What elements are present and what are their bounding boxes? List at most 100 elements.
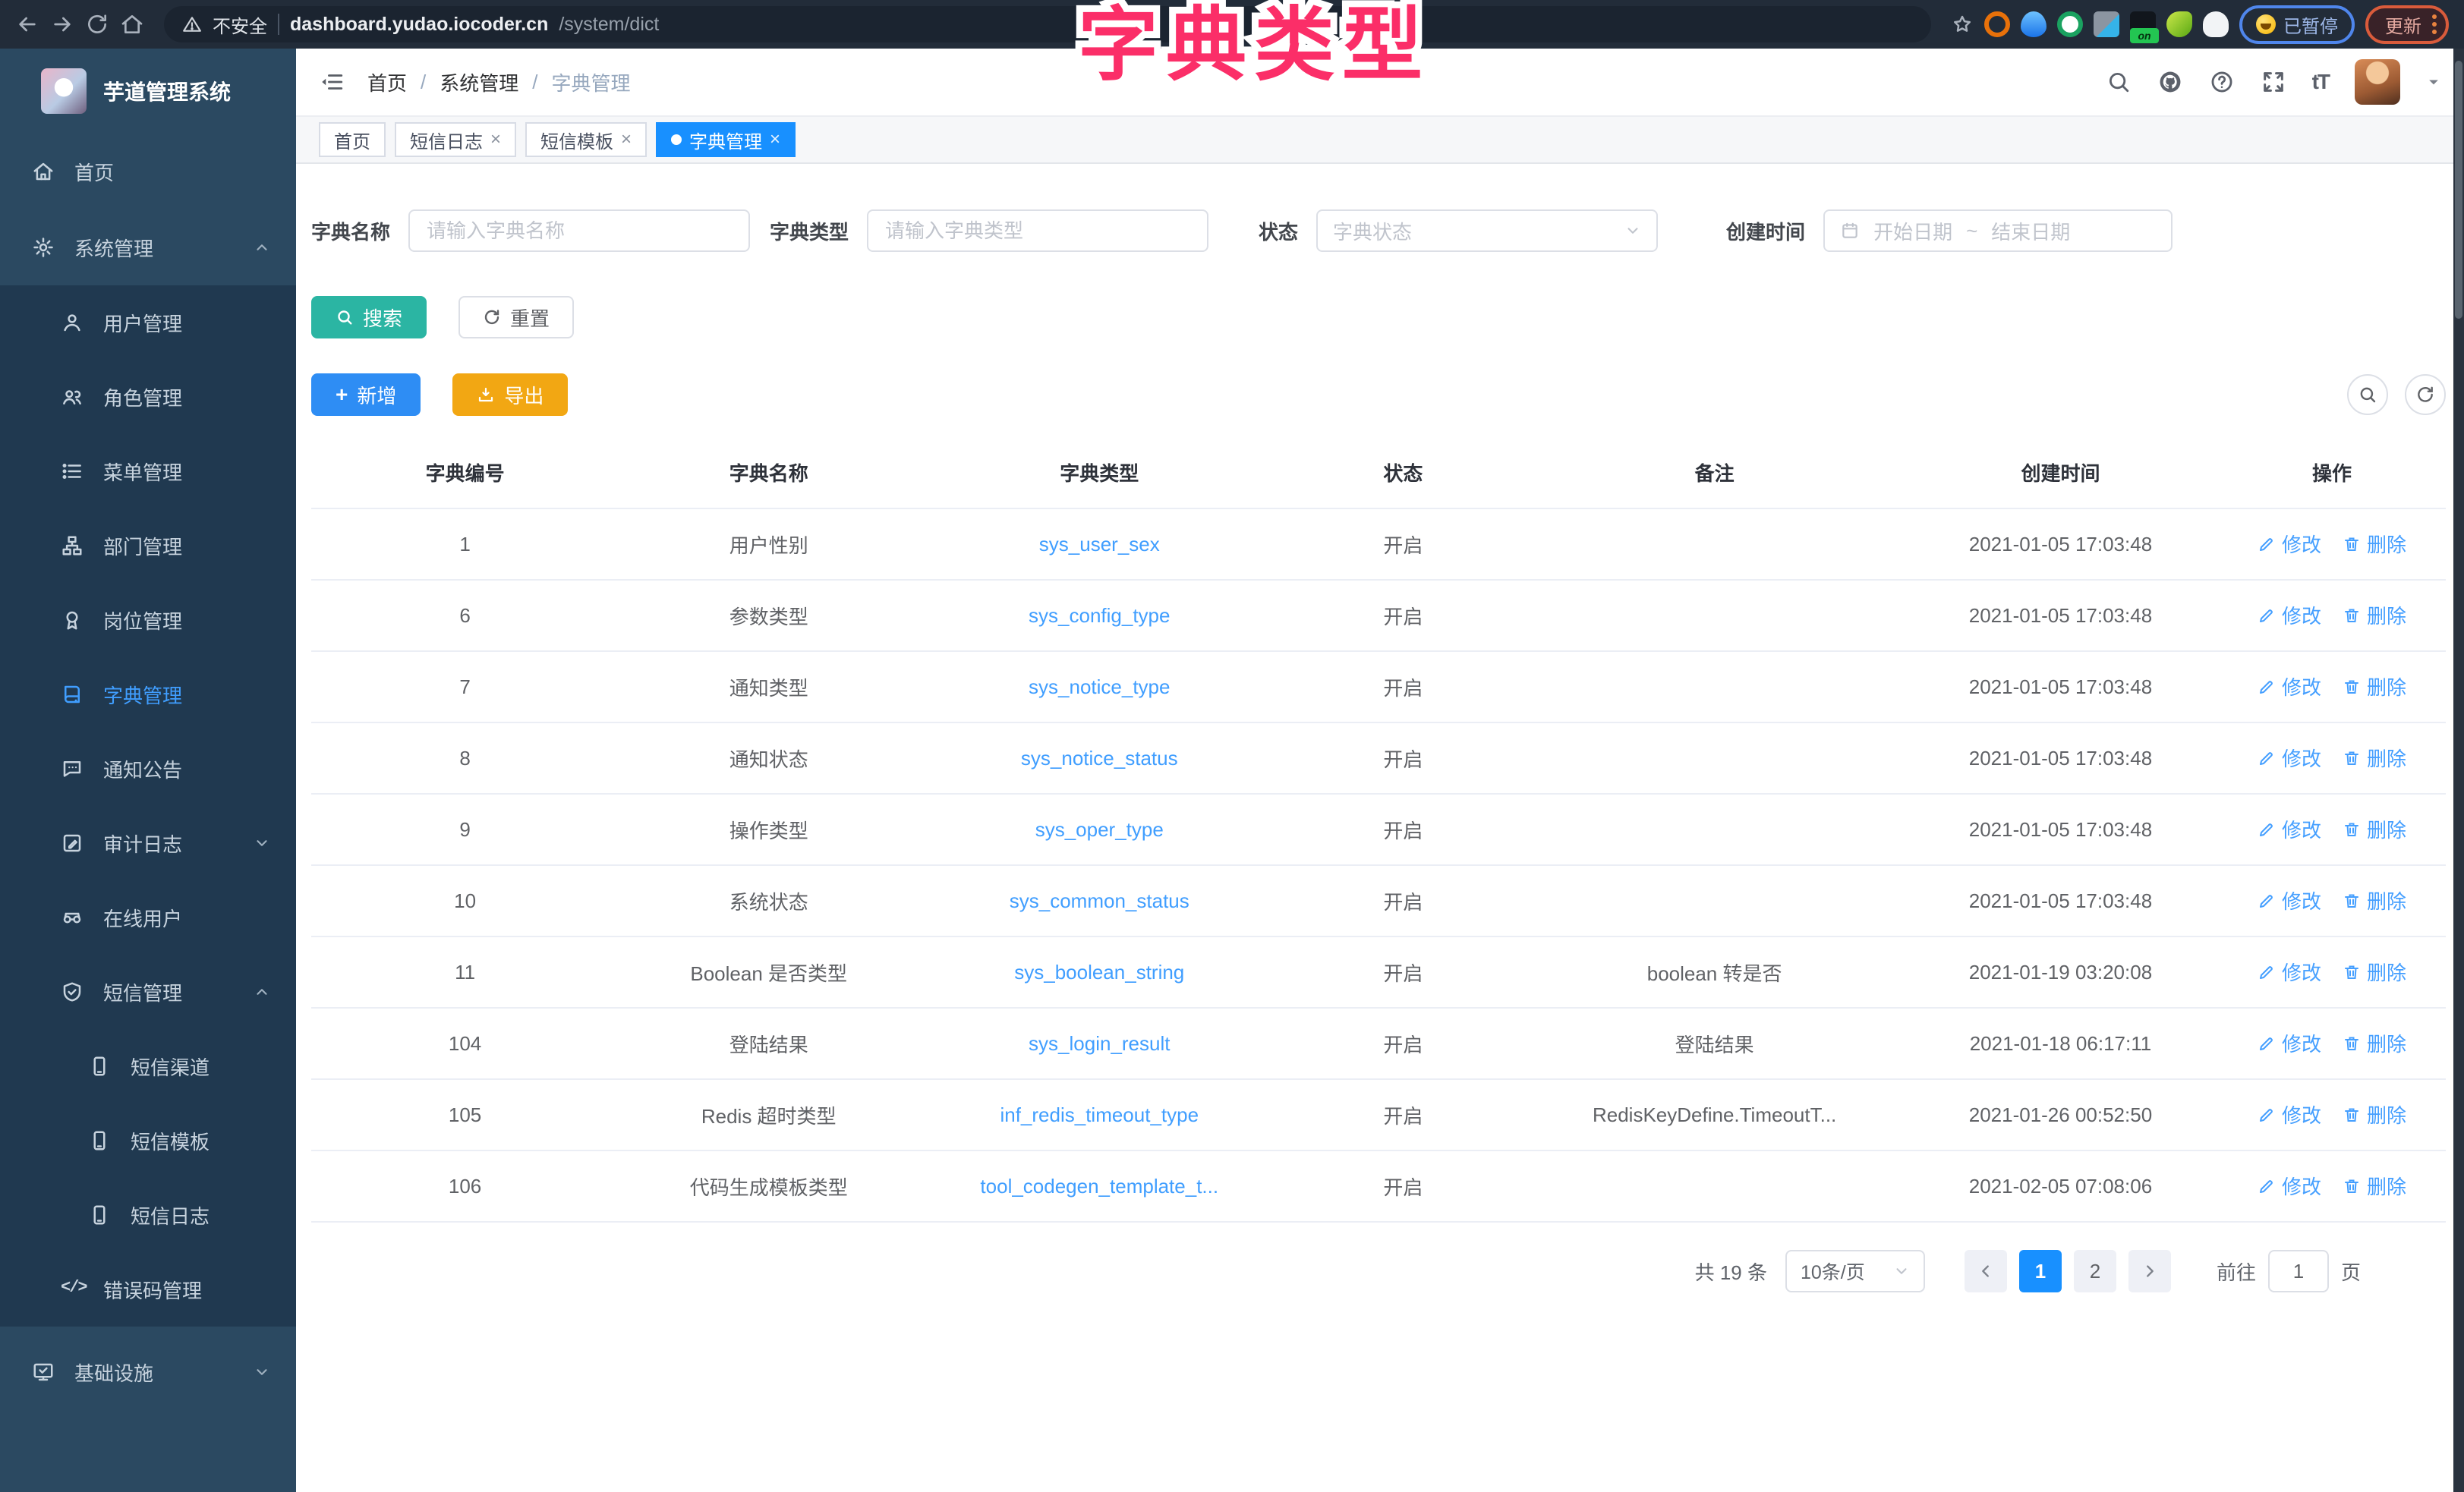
sidebar-item-sms-channel[interactable]: 短信渠道: [0, 1029, 296, 1103]
sidebar-item-infrastructure[interactable]: 基础设施: [0, 1327, 296, 1418]
edit-link[interactable]: 修改: [2258, 601, 2321, 629]
refresh-table-button[interactable]: [2405, 374, 2446, 415]
search-button[interactable]: 搜索: [311, 296, 427, 338]
help-icon[interactable]: [2209, 69, 2235, 95]
tab-dict-active[interactable]: 字典管理 ×: [656, 122, 796, 157]
edit-link[interactable]: 修改: [2258, 1029, 2321, 1057]
bookmark-star-icon[interactable]: [1951, 13, 1974, 36]
breadcrumb-home[interactable]: 首页: [367, 68, 407, 96]
scrollbar-thumb[interactable]: [2455, 61, 2462, 319]
page-scrollbar[interactable]: [2453, 49, 2464, 1492]
sidebar-item-online-users[interactable]: 在线用户: [0, 880, 296, 955]
sidebar-item-error-code[interactable]: </> 错误码管理: [0, 1252, 296, 1327]
reset-button[interactable]: 重置: [458, 296, 574, 338]
dict-type-link[interactable]: sys_login_result: [1029, 1032, 1170, 1055]
reload-icon[interactable]: [85, 12, 109, 36]
github-icon[interactable]: [2157, 69, 2183, 95]
extension-leaf-icon[interactable]: [2166, 11, 2192, 37]
sidebar-item-sms[interactable]: 短信管理: [0, 955, 296, 1029]
edit-link[interactable]: 修改: [2258, 672, 2321, 700]
home-browser-icon[interactable]: [120, 12, 144, 36]
dict-type-link[interactable]: tool_codegen_template_t...: [980, 1175, 1218, 1198]
update-button[interactable]: 更新: [2365, 5, 2449, 44]
delete-link[interactable]: 删除: [2343, 672, 2406, 700]
edit-link[interactable]: 修改: [2258, 530, 2321, 558]
sidebar-item-users[interactable]: 用户管理: [0, 285, 296, 360]
edit-link[interactable]: 修改: [2258, 815, 2321, 843]
toggle-search-button[interactable]: [2347, 374, 2388, 415]
dict-type-link[interactable]: sys_boolean_string: [1014, 961, 1184, 984]
delete-link[interactable]: 删除: [2343, 886, 2406, 914]
avatar-caret-icon[interactable]: [2426, 74, 2441, 90]
sidebar-item-dict[interactable]: 字典管理: [0, 657, 296, 732]
dict-type-link[interactable]: sys_notice_status: [1021, 747, 1178, 770]
forward-icon[interactable]: [50, 12, 74, 36]
app-logo-row[interactable]: 芋道管理系统: [0, 49, 296, 134]
goto-page-input[interactable]: [2268, 1250, 2329, 1292]
close-icon[interactable]: ×: [490, 131, 501, 149]
sidebar-item-departments[interactable]: 部门管理: [0, 508, 296, 583]
export-button[interactable]: 导出: [452, 373, 568, 416]
close-icon[interactable]: ×: [770, 131, 780, 149]
dict-type-input[interactable]: [867, 209, 1208, 252]
page-size-select[interactable]: 10条/页: [1785, 1250, 1925, 1292]
dict-type-link[interactable]: sys_user_sex: [1039, 533, 1160, 556]
sidebar-item-system[interactable]: 系统管理: [0, 209, 296, 285]
edit-link[interactable]: 修改: [2258, 1100, 2321, 1128]
dict-type-link[interactable]: sys_oper_type: [1035, 818, 1164, 841]
dict-type-link[interactable]: sys_notice_type: [1029, 675, 1170, 698]
sidebar-item-roles[interactable]: 角色管理: [0, 360, 296, 434]
delete-link[interactable]: 删除: [2343, 1100, 2406, 1128]
sidebar-item-posts[interactable]: 岗位管理: [0, 583, 296, 657]
font-size-icon[interactable]: tT: [2312, 70, 2329, 94]
avatar[interactable]: [2355, 59, 2400, 105]
extension-green-icon[interactable]: [2057, 11, 2083, 37]
dict-type-link[interactable]: sys_config_type: [1029, 604, 1170, 627]
delete-link[interactable]: 删除: [2343, 530, 2406, 558]
status-select[interactable]: 字典状态: [1316, 209, 1658, 252]
paused-badge[interactable]: 已暂停: [2239, 5, 2355, 44]
edit-link[interactable]: 修改: [2258, 1172, 2321, 1200]
sidebar-item-sms-log[interactable]: 短信日志: [0, 1178, 296, 1252]
dict-name-input[interactable]: [408, 209, 750, 252]
next-page-button[interactable]: [2128, 1250, 2171, 1292]
hamburger-icon[interactable]: [319, 69, 345, 95]
tab-home[interactable]: 首页: [319, 122, 386, 157]
delete-link[interactable]: 删除: [2343, 958, 2406, 986]
delete-link[interactable]: 删除: [2343, 1172, 2406, 1200]
page-2-button[interactable]: 2: [2074, 1250, 2116, 1292]
date-range-picker[interactable]: 开始日期 ~ 结束日期: [1823, 209, 2173, 252]
delete-link[interactable]: 删除: [2343, 1029, 2406, 1057]
delete-link[interactable]: 删除: [2343, 815, 2406, 843]
tab-sms-template[interactable]: 短信模板 ×: [525, 122, 647, 157]
fullscreen-icon[interactable]: [2261, 69, 2286, 95]
extension-on-icon[interactable]: on: [2130, 11, 2156, 37]
dict-type-link[interactable]: inf_redis_timeout_type: [1000, 1103, 1199, 1126]
edit-link[interactable]: 修改: [2258, 958, 2321, 986]
add-button[interactable]: + 新增: [311, 373, 421, 416]
delete-link[interactable]: 删除: [2343, 744, 2406, 772]
sidebar-item-audit-log[interactable]: 审计日志: [0, 806, 296, 880]
prev-page-button[interactable]: [1965, 1250, 2007, 1292]
back-icon[interactable]: [15, 12, 39, 36]
tab-sms-log[interactable]: 短信日志 ×: [395, 122, 516, 157]
edit-link[interactable]: 修改: [2258, 886, 2321, 914]
sidebar-item-home[interactable]: 首页: [0, 134, 296, 209]
sidebar-item-notices[interactable]: 通知公告: [0, 732, 296, 806]
address-bar[interactable]: 不安全 dashboard.yudao.iocoder.cn/system/di…: [164, 6, 1931, 42]
extension-orange-icon[interactable]: [1984, 11, 2010, 37]
sidebar-item-menus[interactable]: 菜单管理: [0, 434, 296, 508]
sidebar-item-sms-template[interactable]: 短信模板: [0, 1103, 296, 1178]
browser-menu-icon[interactable]: [2432, 14, 2437, 34]
page-1-button[interactable]: 1: [2019, 1250, 2062, 1292]
breadcrumb-system[interactable]: 系统管理: [440, 68, 518, 96]
extension-profile-icon[interactable]: [2203, 11, 2229, 37]
extension-grid-icon[interactable]: [2094, 11, 2119, 37]
close-icon[interactable]: ×: [621, 131, 632, 149]
search-icon[interactable]: [2106, 69, 2132, 95]
edit-link[interactable]: 修改: [2258, 744, 2321, 772]
tab-label: 短信日志: [410, 127, 483, 153]
extension-blue-icon[interactable]: [2021, 11, 2047, 37]
delete-link[interactable]: 删除: [2343, 601, 2406, 629]
dict-type-link[interactable]: sys_common_status: [1010, 889, 1189, 912]
